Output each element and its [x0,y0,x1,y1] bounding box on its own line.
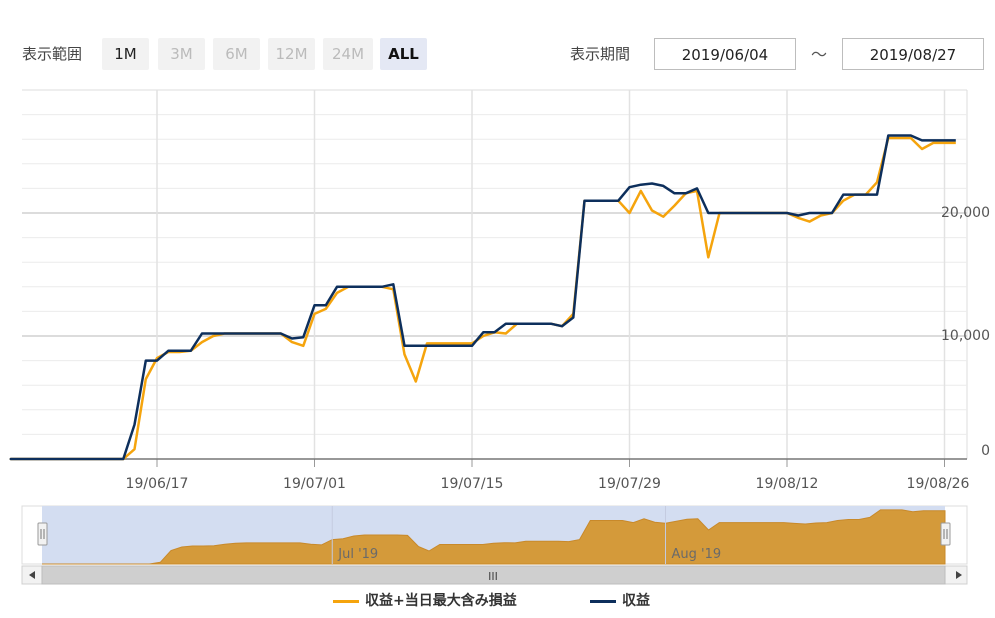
x-axis: 19/06/17 19/07/01 19/07/15 19/07/29 19/08/12… [22,458,970,492]
chart-grid [22,89,968,459]
navigator: Jul '19 Aug '19 III [21,505,968,585]
series-line-profit [9,134,956,461]
x-tick-label: 19/07/29 [598,476,661,492]
legend-item-profit-incl-loss[interactable]: 収益+当日最大含み損益 [333,590,517,610]
navigator-tick-label: Aug '19 [672,547,722,562]
y-axis: 0 10,000 20,000 [941,205,990,459]
chart-lines [9,134,956,461]
x-tick-label: 19/07/15 [441,476,504,492]
x-tick-label: 19/07/01 [283,476,346,492]
legend-label-profit-incl-loss: 収益+当日最大含み損益 [365,593,517,609]
legend-swatch-orange [333,599,359,603]
scrollbar-grip: III [488,570,498,583]
legend-label-profit: 収益 [622,593,650,609]
y-tick-label: 10,000 [941,328,990,344]
legend-item-profit[interactable]: 収益 [590,590,650,610]
x-tick-label: 19/08/12 [756,476,819,492]
x-tick-label: 19/06/17 [126,476,189,492]
navigator-left-handle[interactable] [37,522,48,546]
navigator-right-handle[interactable] [940,522,951,546]
x-tick-label: 19/08/26 [907,476,970,492]
profit-chart: 010,00020,000 19/06/17 19/07/01 19/07/15 19… [9,89,990,585]
legend-swatch-navy [590,599,616,603]
y-tick-label: 20,000 [941,205,990,221]
y-tick-label: 0 [981,443,990,459]
navigator-tick-label: Jul '19 [337,547,378,562]
series-line-profit-incl-loss [9,136,956,461]
